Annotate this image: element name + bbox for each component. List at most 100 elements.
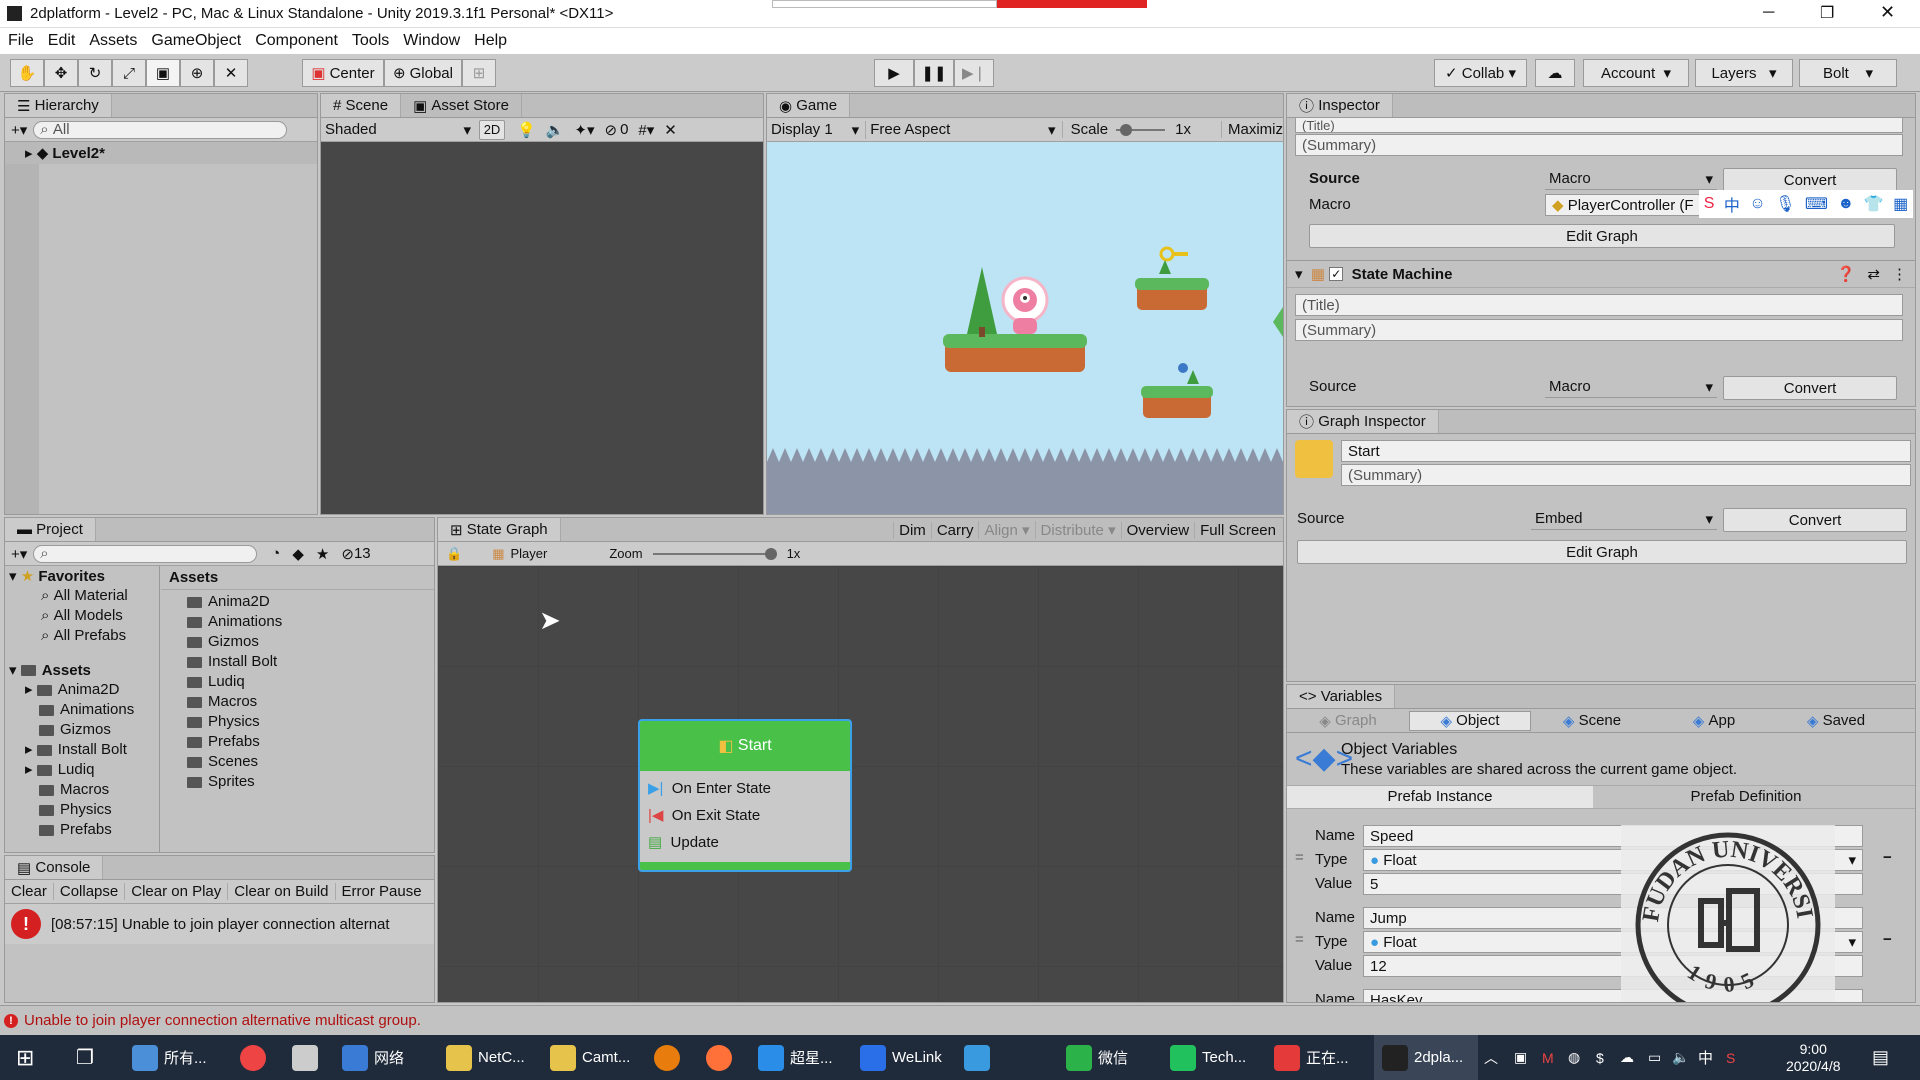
tab-state-graph[interactable]: ⊞ State Graph — [438, 518, 561, 541]
tab-prefab-instance[interactable]: Prefab Instance — [1287, 786, 1593, 808]
cloud-icon[interactable]: ☁ — [1535, 59, 1575, 87]
aspect-dropdown[interactable]: Free Aspect ▾ — [865, 120, 1061, 139]
sm-source-dropdown[interactable]: Macro ▾ — [1545, 376, 1717, 398]
drag-handle-icon[interactable]: = — [1295, 849, 1304, 866]
node-header[interactable]: ◧ Start — [640, 721, 850, 771]
taskbar-blender[interactable] — [654, 1035, 686, 1080]
full-screen-button[interactable]: Full Screen — [1194, 521, 1281, 539]
taskbar-welink[interactable]: WeLink — [860, 1035, 942, 1080]
title-field[interactable]: (Title) — [1295, 117, 1903, 133]
asset-folder[interactable]: Prefabs — [187, 732, 434, 752]
scale-tool-icon[interactable]: ⤢ — [112, 59, 146, 87]
asset-folder[interactable]: Macros — [187, 692, 434, 712]
menu-edit[interactable]: Edit — [48, 28, 76, 54]
minimize-button[interactable]: ─ — [1763, 4, 1774, 22]
tray-app-icon[interactable]: ▣ — [1514, 1035, 1527, 1080]
transform-tool-icon[interactable]: ⊕ — [180, 59, 214, 87]
favorite-star-icon[interactable]: ★ — [316, 545, 329, 563]
tab-prefab-definition[interactable]: Prefab Definition — [1593, 786, 1899, 808]
sm-summary-field[interactable]: (Summary) — [1295, 319, 1903, 341]
shading-dropdown[interactable]: Shaded ▾ — [321, 121, 471, 139]
tab-console[interactable]: ▤ Console — [5, 856, 104, 879]
on-enter-state-unit[interactable]: ▶| On Enter State — [648, 779, 850, 806]
menu-file[interactable]: File — [8, 28, 34, 54]
audio-icon[interactable]: 🔈 — [546, 121, 565, 139]
distribute-dropdown[interactable]: Distribute ▾ — [1034, 521, 1121, 539]
snap-icon[interactable]: ⊞ — [462, 59, 496, 87]
remove-variable-button[interactable]: − — [1883, 931, 1892, 948]
account-dropdown[interactable]: Account ▾ — [1583, 59, 1689, 87]
macro-object-field[interactable]: ◆ PlayerController (F — [1545, 194, 1717, 216]
filter-type-icon[interactable]: ◔ — [271, 545, 280, 562]
taskbar-netc[interactable]: NetC... — [446, 1035, 525, 1080]
menu-window[interactable]: Window — [403, 28, 460, 54]
tab-saved-vars[interactable]: ◈ Saved — [1775, 712, 1897, 730]
asset-folder[interactable]: Scenes — [187, 752, 434, 772]
step-button[interactable]: ▶❘ — [954, 59, 994, 87]
chevron-down-icon[interactable]: ▾ — [1295, 265, 1303, 283]
collab-dropdown[interactable]: ✓ Collab ▾ — [1434, 59, 1527, 87]
tray-ime[interactable]: 中 — [1698, 1035, 1713, 1080]
tab-scene[interactable]: # Scene — [321, 94, 402, 117]
tab-project[interactable]: ▬ Project — [5, 518, 96, 541]
status-bar[interactable]: ! Unable to join player connection alter… — [0, 1005, 1920, 1035]
hand-tool-icon[interactable]: ✋ — [10, 59, 44, 87]
tab-scene-vars[interactable]: ◈ Scene — [1531, 712, 1653, 730]
filter-label-icon[interactable]: ◆ — [292, 545, 304, 563]
update-unit[interactable]: ▤ Update — [648, 833, 850, 860]
sm-title-field[interactable]: (Title) — [1295, 294, 1903, 316]
menu-assets[interactable]: Assets — [89, 28, 137, 54]
gi-convert-button[interactable]: Convert — [1723, 508, 1907, 532]
taskbar-recording[interactable]: 正在... — [1274, 1035, 1349, 1080]
windows-start-icon[interactable]: ⊞ — [16, 1035, 34, 1080]
effects-icon[interactable]: ✦▾ — [574, 121, 594, 139]
taskbar-app2[interactable] — [964, 1035, 996, 1080]
state-name-field[interactable]: Start — [1341, 440, 1911, 462]
task-view-icon[interactable]: ❐ — [76, 1035, 94, 1080]
tray-cloud-icon[interactable]: ☁ — [1620, 1035, 1634, 1080]
lighting-icon[interactable]: 💡 — [517, 121, 536, 139]
taskbar-app[interactable] — [292, 1035, 324, 1080]
tray-mail-icon[interactable]: M — [1542, 1035, 1554, 1080]
asset-folder[interactable]: Gizmos — [187, 632, 434, 652]
tab-inspector[interactable]: ⓘ Inspector — [1287, 94, 1393, 117]
move-tool-icon[interactable]: ✥ — [44, 59, 78, 87]
dim-button[interactable]: Dim — [893, 521, 931, 539]
asset-folder[interactable]: Sprites — [187, 772, 434, 792]
tray-sogou-icon[interactable]: S — [1726, 1035, 1735, 1080]
state-machine-header[interactable]: ▾ ▦ ✓ State Machine ❓ ⇄ ⋮ — [1287, 260, 1915, 288]
menu-component[interactable]: Component — [255, 28, 338, 54]
2d-toggle[interactable]: 2D — [479, 119, 505, 140]
layers-dropdown[interactable]: Layers ▾ — [1695, 59, 1793, 87]
scale-slider[interactable] — [1116, 123, 1166, 136]
scene-row[interactable]: ▸ ◆ Level2* — [5, 142, 317, 164]
tree-folder[interactable]: ▸ Install Bolt — [25, 740, 159, 760]
hidden-icon[interactable]: ⊘ — [341, 545, 354, 563]
console-error-pause-button[interactable]: Error Pause — [336, 883, 428, 900]
taskbar-clock[interactable]: 9:00 2020/4/8 — [1786, 1035, 1841, 1080]
on-exit-state-unit[interactable]: |◀ On Exit State — [648, 806, 850, 833]
preset-icon[interactable]: ⇄ — [1867, 265, 1880, 283]
asset-folder[interactable]: Animations — [187, 612, 434, 632]
taskbar-item-all[interactable]: 所有... — [132, 1035, 207, 1080]
graph-canvas[interactable]: ➤ ◧ Start ▶| On Enter State |◀ On Exit S… — [438, 566, 1283, 1002]
console-clear-on-build-button[interactable]: Clear on Build — [228, 883, 336, 900]
carry-button[interactable]: Carry — [930, 521, 979, 539]
menu-tools[interactable]: Tools — [352, 28, 389, 54]
console-log-row[interactable]: ! [08:57:15] Unable to join player conne… — [5, 904, 434, 944]
remove-variable-button[interactable]: − — [1883, 849, 1892, 866]
gi-source-dropdown[interactable]: Embed ▾ — [1531, 508, 1717, 530]
assets-tree-header[interactable]: ▾ Assets — [5, 660, 159, 680]
overview-button[interactable]: Overview — [1120, 521, 1195, 539]
asset-folder[interactable]: Anima2D — [187, 592, 434, 612]
tree-folder[interactable]: Gizmos — [25, 720, 159, 740]
taskbar-network[interactable]: 网络 — [342, 1035, 404, 1080]
taskbar-camt[interactable]: Camt... — [550, 1035, 630, 1080]
tree-folder[interactable]: ▸ Ludiq — [25, 760, 159, 780]
tree-folder[interactable]: Physics — [25, 800, 159, 820]
tray-chat-icon[interactable]: ◍ — [1568, 1035, 1580, 1080]
tab-asset-store[interactable]: ▣ Asset Store — [401, 94, 522, 117]
chevron-right-icon[interactable]: ▸ — [25, 144, 33, 162]
tab-graph-vars[interactable]: ◈ Graph — [1287, 712, 1409, 730]
start-state-node[interactable]: ◧ Start ▶| On Enter State |◀ On Exit Sta… — [638, 719, 852, 872]
